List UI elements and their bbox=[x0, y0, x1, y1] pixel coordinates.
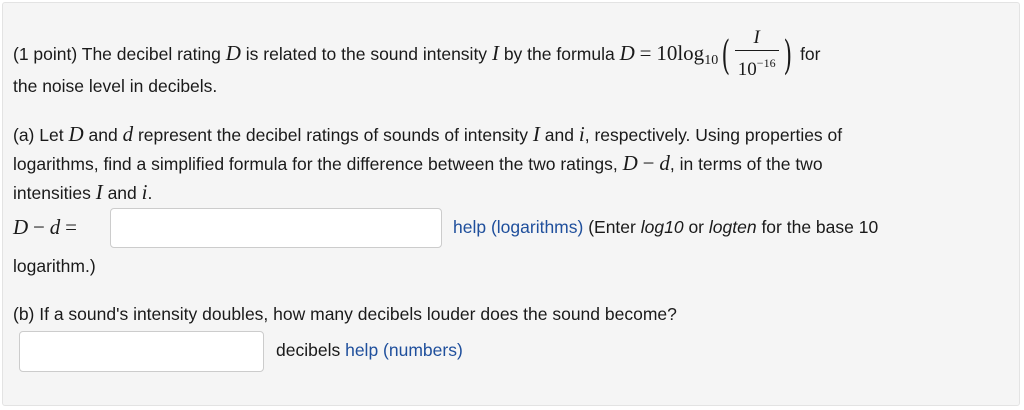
part-a-var-D: D bbox=[68, 122, 84, 146]
formula-den-exponent: −16 bbox=[756, 56, 776, 70]
answer-label-d: d bbox=[49, 215, 61, 239]
part-a-answer-label: D − d = bbox=[13, 213, 77, 243]
part-a-line-3-I: I bbox=[95, 180, 103, 204]
formula-denominator: 10−16 bbox=[735, 51, 779, 82]
part-a-line-5: logarithm.) bbox=[13, 256, 96, 276]
formula-lhs: D bbox=[619, 41, 635, 65]
formula-log-base: 10 bbox=[704, 53, 719, 68]
help-logarithms-link[interactable]: help (logarithms) bbox=[453, 217, 583, 237]
problem-intro-line-2: the noise level in decibels. bbox=[13, 76, 218, 96]
part-b-unit-row: decibels help (numbers) bbox=[276, 336, 463, 365]
part-a-diff-d: d bbox=[659, 151, 670, 175]
part-a-answer-input[interactable] bbox=[110, 208, 442, 248]
part-a-line-2-text: logarithms, find a simplified formula fo… bbox=[13, 154, 618, 174]
part-a-line-2-end: , in terms of the two bbox=[669, 154, 823, 174]
answer-label-minus: − bbox=[33, 215, 45, 239]
part-a-line-3-text: intensities bbox=[13, 183, 91, 203]
part-b-unit-label: decibels bbox=[276, 340, 341, 360]
formula-fraction: I 10−16 bbox=[734, 27, 779, 82]
formula-left-paren: ( bbox=[721, 33, 731, 79]
answer-label-equals: = bbox=[65, 215, 77, 239]
part-a-help-row: help (logarithms) (Enter log10 or logten… bbox=[453, 213, 878, 242]
help-numbers-link[interactable]: help (numbers) bbox=[345, 340, 463, 360]
part-a-text-2: and bbox=[88, 125, 118, 145]
enter-note-pre: (Enter bbox=[588, 217, 636, 237]
formula-numerator: I bbox=[734, 27, 779, 51]
answer-label-D: D bbox=[13, 215, 29, 239]
part-a-line-1: (a) Let D and d represent the decibel ra… bbox=[13, 120, 842, 150]
math-var-I: I bbox=[491, 41, 499, 65]
intro-text-3: by the formula bbox=[503, 44, 615, 64]
part-a-text-1: (a) Let bbox=[13, 125, 64, 145]
part-a-var-d: d bbox=[122, 122, 134, 146]
formula-right-paren: ) bbox=[783, 33, 792, 79]
part-a-var-I: I bbox=[532, 122, 540, 146]
enter-note-log10: log10 bbox=[640, 217, 684, 237]
enter-note-logten: logten bbox=[708, 217, 757, 237]
part-a-diff-D: D bbox=[622, 151, 638, 175]
intro-text-2: is related to the sound intensity bbox=[245, 44, 488, 64]
part-a-text-3: represent the decibel ratings of sounds … bbox=[137, 125, 529, 145]
formula-equals: = bbox=[639, 41, 652, 65]
decibel-formula: D = 10log10(I 10−16) bbox=[619, 27, 800, 80]
intro-text-1: The decibel rating bbox=[81, 44, 221, 64]
part-a-line-2: logarithms, find a simplified formula fo… bbox=[13, 149, 823, 179]
enter-note-post: for the base 10 bbox=[761, 217, 879, 237]
points-label: (1 point) bbox=[13, 44, 78, 64]
formula-den-base: 10 bbox=[737, 59, 757, 80]
part-a-diff-minus: − bbox=[642, 151, 655, 175]
math-var-D: D bbox=[225, 41, 241, 65]
formula-log: log bbox=[677, 41, 705, 65]
part-a-line-3: intensities I and i. bbox=[13, 178, 152, 208]
enter-note-or: or bbox=[688, 217, 704, 237]
part-b-question: (b) If a sound's intensity doubles, how … bbox=[13, 304, 677, 324]
formula-coefficient: 10 bbox=[656, 41, 678, 65]
intro-for: for bbox=[800, 44, 821, 64]
part-a-text-5: , respectively. Using properties of bbox=[584, 125, 843, 145]
part-a-line-3-end: . bbox=[147, 183, 153, 203]
part-a-line-3-and: and bbox=[107, 183, 137, 203]
part-a-text-4: and bbox=[544, 125, 574, 145]
part-b-answer-input[interactable] bbox=[19, 331, 264, 372]
